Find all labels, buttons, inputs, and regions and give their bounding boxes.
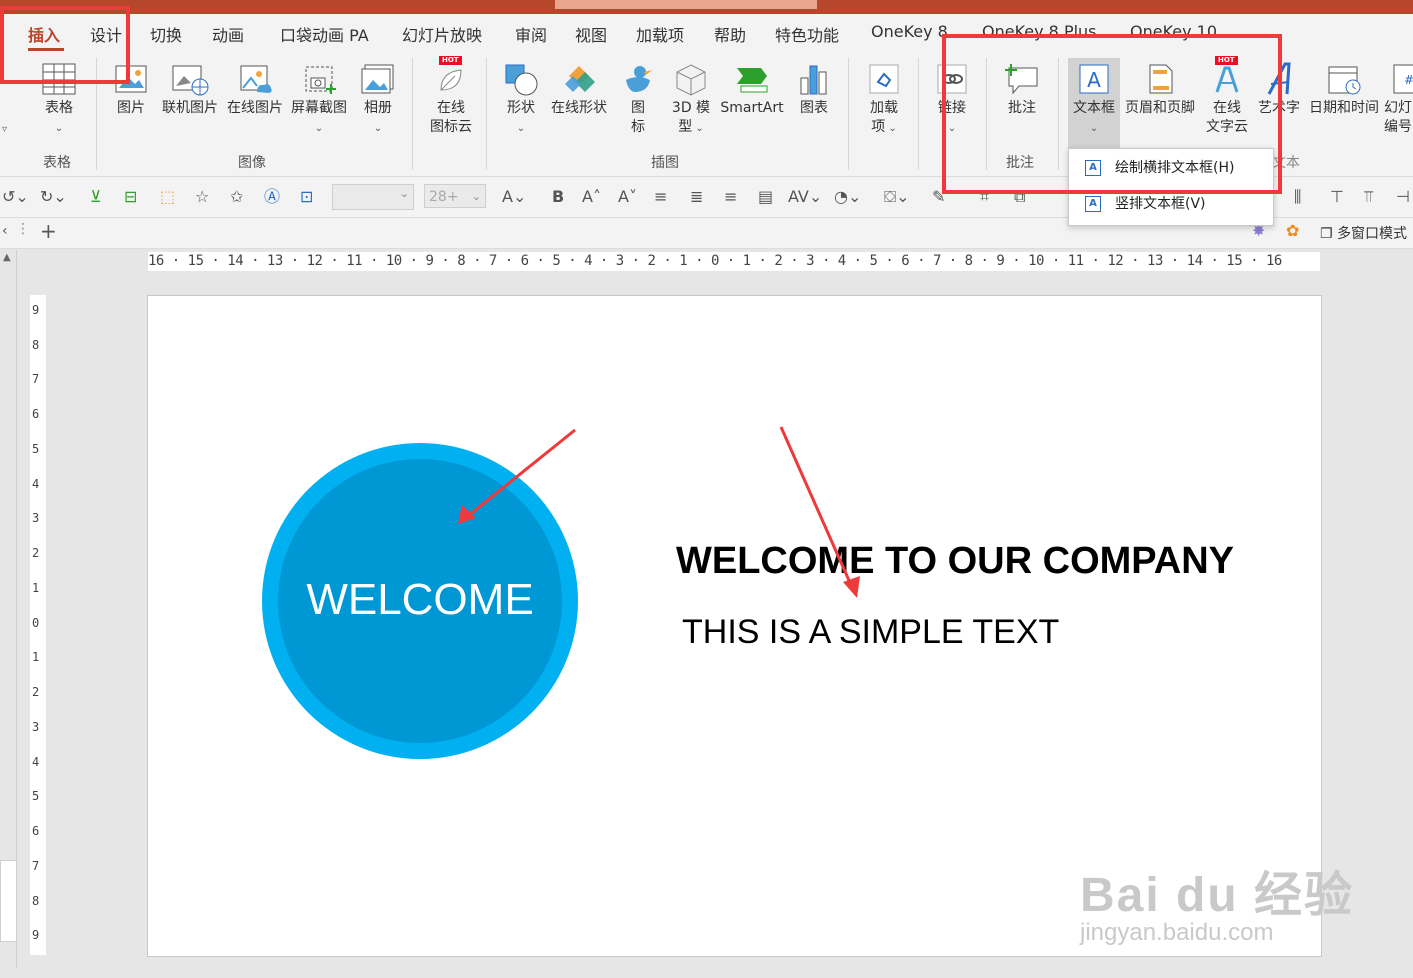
vertical-textbox-icon: A [1085,196,1101,212]
arrowhead-2 [843,576,860,598]
highlight-box-insert-tab [0,6,130,84]
arrowhead-1 [458,505,476,524]
arrow-line-2 [779,426,853,586]
highlight-box-textbox [942,34,1282,194]
arrow-line-1 [467,428,576,518]
status-strip [0,968,1413,978]
